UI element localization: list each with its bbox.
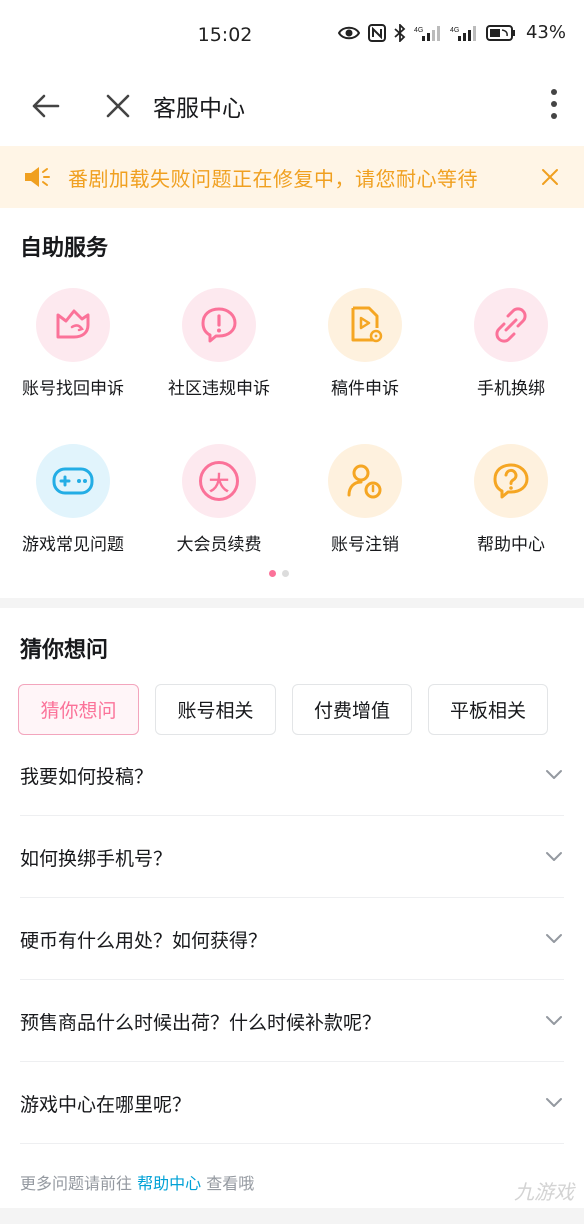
service-label: 账号找回申诉 xyxy=(22,379,124,399)
network-1-label: 4G xyxy=(414,27,423,34)
tab-account[interactable]: 账号相关 xyxy=(155,684,276,735)
more-vertical-icon xyxy=(551,89,557,119)
back-button[interactable] xyxy=(28,88,64,124)
service-phone-rebind[interactable]: 手机换绑 xyxy=(438,288,584,428)
chevron-down-icon xyxy=(546,1098,562,1107)
close-button[interactable] xyxy=(100,88,136,124)
vip-icon: 大 xyxy=(182,444,256,518)
chevron-down-icon xyxy=(546,852,562,861)
more-prefix: 更多问题请前往 xyxy=(20,1174,133,1193)
help-center-link[interactable]: 帮助中心 xyxy=(137,1174,201,1193)
battery-icon xyxy=(485,24,516,41)
gamepad-icon xyxy=(36,444,110,518)
faq-question-row[interactable]: 我要如何投稿？ xyxy=(20,734,564,816)
notice-text: 番剧加载失败问题正在修复中，请您耐心等待 xyxy=(68,167,478,191)
notice-banner: 番剧加载失败问题正在修复中，请您耐心等待 xyxy=(0,146,584,208)
service-label: 手机换绑 xyxy=(477,379,545,399)
chevron-down-icon xyxy=(546,934,562,943)
question-text: 我要如何投稿？ xyxy=(20,766,154,788)
notice-close-button[interactable] xyxy=(540,167,560,187)
question-text: 游戏中心在哪里呢？ xyxy=(20,1094,192,1116)
question-text: 预售商品什么时候出荷？什么时候补款呢？ xyxy=(20,1012,382,1034)
eye-icon xyxy=(337,25,360,41)
more-menu-button[interactable] xyxy=(546,86,562,122)
self-service-section: 自助服务 账号找回申诉 社区违规申诉 稿件申诉 手机换绑 游戏常见问题 大 大会… xyxy=(0,208,584,598)
service-game-faq[interactable]: 游戏常见问题 xyxy=(0,444,146,584)
arrow-left-icon xyxy=(32,94,60,118)
faq-question-row[interactable]: 游戏中心在哪里呢？ xyxy=(20,1062,564,1144)
question-text: 如何换绑手机号？ xyxy=(20,848,173,870)
page-dot xyxy=(282,570,289,577)
nav-bar: 客服中心 xyxy=(0,72,584,146)
account-recover-icon xyxy=(36,288,110,362)
nfc-icon xyxy=(367,23,386,42)
close-icon xyxy=(542,169,558,185)
network-2-label: 4G xyxy=(450,27,459,34)
community-violation-icon xyxy=(182,288,256,362)
service-video-appeal[interactable]: 稿件申诉 xyxy=(292,288,438,428)
tab-tablet[interactable]: 平板相关 xyxy=(428,684,548,735)
service-label: 大会员续费 xyxy=(176,535,262,555)
tab-guess[interactable]: 猜你想问 xyxy=(18,684,139,735)
service-label: 稿件申诉 xyxy=(331,379,399,399)
speaker-icon xyxy=(22,163,52,191)
vip-glyph: 大 xyxy=(199,461,239,501)
service-label: 游戏常见问题 xyxy=(22,535,124,555)
video-file-icon xyxy=(328,288,402,362)
service-label: 社区违规申诉 xyxy=(168,379,270,399)
service-vip-renew[interactable]: 大 大会员续费 xyxy=(146,444,292,584)
chevron-down-icon xyxy=(546,1016,562,1025)
battery-percent: 43% xyxy=(525,22,566,43)
service-account-recover[interactable]: 账号找回申诉 xyxy=(0,288,146,428)
link-icon xyxy=(474,288,548,362)
faq-question-row[interactable]: 硬币有什么用处？如何获得？ xyxy=(20,898,564,980)
service-community-violation[interactable]: 社区违规申诉 xyxy=(146,288,292,428)
section-title-self-service: 自助服务 xyxy=(20,236,109,261)
faq-question-row[interactable]: 预售商品什么时候出荷？什么时候补款呢？ xyxy=(20,980,564,1062)
more-questions-hint: 更多问题请前往 帮助中心 查看哦 xyxy=(20,1170,254,1194)
page-dot-active xyxy=(269,570,276,577)
signal-2-icon: 4G xyxy=(450,24,478,42)
faq-tabs: 猜你想问 账号相关 付费增值 平板相关 xyxy=(18,684,548,735)
service-label: 帮助中心 xyxy=(477,535,545,555)
status-icons: 4G 4G 43% xyxy=(337,22,566,43)
close-icon xyxy=(106,94,130,118)
page-indicator xyxy=(269,570,289,577)
more-suffix: 查看哦 xyxy=(206,1174,255,1193)
section-title-faq: 猜你想问 xyxy=(20,638,109,663)
help-bubble-icon xyxy=(474,444,548,518)
faq-section: 猜你想问 猜你想问 账号相关 付费增值 平板相关 我要如何投稿？ 如何换绑手机号… xyxy=(0,608,584,1208)
signal-1-icon: 4G xyxy=(414,24,442,42)
chevron-down-icon xyxy=(546,770,562,779)
question-text: 硬币有什么用处？如何获得？ xyxy=(20,930,268,952)
status-bar: 15:02 4G 4G 43% xyxy=(0,0,584,72)
tab-paid[interactable]: 付费增值 xyxy=(292,684,412,735)
account-logout-icon xyxy=(328,444,402,518)
faq-question-row[interactable]: 如何换绑手机号？ xyxy=(20,816,564,898)
service-label: 账号注销 xyxy=(331,535,399,555)
page-title: 客服中心 xyxy=(153,96,245,122)
watermark: 九游戏 xyxy=(514,1180,574,1204)
bluetooth-icon xyxy=(394,23,406,42)
service-account-logout[interactable]: 账号注销 xyxy=(292,444,438,584)
service-help-center[interactable]: 帮助中心 xyxy=(438,444,584,584)
